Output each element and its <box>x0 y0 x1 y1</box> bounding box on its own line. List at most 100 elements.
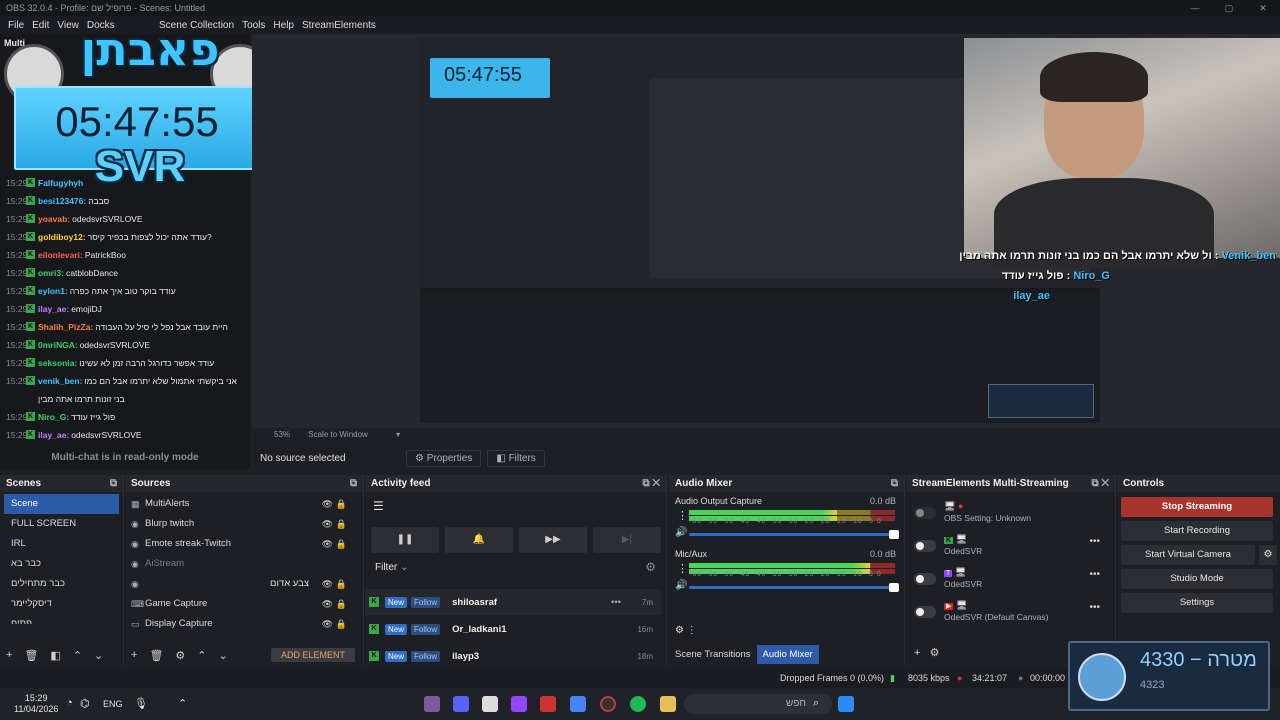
tab-audio-mixer[interactable]: Audio Mixer <box>756 644 819 664</box>
stream-time: 34:21:07 <box>972 673 1008 683</box>
app-icon[interactable] <box>482 696 498 712</box>
scenes-title: Scenes <box>6 478 42 489</box>
mic-icon[interactable]: 🎙 <box>134 697 148 710</box>
start-recording-button[interactable]: Start Recording <box>1121 521 1273 541</box>
discord-icon[interactable] <box>453 696 469 712</box>
settings-button[interactable]: Settings <box>1121 593 1273 613</box>
chevron-down-icon[interactable]: ⌄ <box>94 649 103 662</box>
chat-readonly-notice: Multi-chat is in read-only mode <box>51 452 199 463</box>
more-vert-icon[interactable]: ⋮ <box>677 509 688 522</box>
gear-icon[interactable]: ⚙ <box>645 560 656 574</box>
stop-streaming-button[interactable]: Stop Streaming <box>1121 497 1273 517</box>
activity-row[interactable]: K New Follow ilayp3 18m <box>365 643 661 669</box>
scene-item[interactable]: פתיח <box>4 614 119 624</box>
windows-start-icon[interactable] <box>838 696 854 712</box>
twitch-icon: T 🖥 <box>944 567 967 577</box>
obs-icon[interactable] <box>600 696 616 712</box>
chrome-icon[interactable] <box>570 696 586 712</box>
gear-icon[interactable]: ⚙ <box>175 649 185 662</box>
toggle[interactable] <box>914 507 936 519</box>
scene-item[interactable]: IRL <box>4 534 119 554</box>
undock-icon[interactable]: ⧉ <box>350 475 357 492</box>
language-indicator[interactable]: ENG <box>103 699 123 709</box>
chevron-up-icon[interactable]: ⌃ <box>197 649 206 662</box>
filter-dropdown[interactable]: Filter ⌄ <box>375 562 408 573</box>
trash-icon[interactable]: 🗑 <box>149 649 163 662</box>
speaker-icon[interactable]: 🔊 <box>675 527 687 538</box>
chevron-down-icon[interactable]: ⌄ <box>219 649 228 662</box>
more-icon[interactable]: ••• <box>1089 536 1100 547</box>
more-vert-icon[interactable]: ⋮ <box>677 562 688 575</box>
more-icon[interactable]: ••• <box>1089 602 1100 613</box>
menu-help[interactable]: Help <box>273 20 294 31</box>
zoom-mode[interactable]: Scale to Window <box>308 430 368 439</box>
add-icon[interactable]: + ⚙ <box>914 646 939 659</box>
scene-item[interactable]: דיסקליימר <box>4 594 119 614</box>
skip-button[interactable]: ▶▶ <box>519 527 587 553</box>
gear-icon[interactable]: ⚙ ⋮ <box>675 625 697 636</box>
folder-icon[interactable] <box>660 696 676 712</box>
app-icon[interactable] <box>424 696 440 712</box>
undock-icon[interactable]: ⧉ <box>891 475 898 492</box>
source-item[interactable]: ◉ Blurp twitch 👁 🔒 <box>129 514 359 534</box>
app-icon[interactable] <box>540 696 556 712</box>
chevron-up-icon[interactable]: ⌃ <box>73 649 82 662</box>
toggle[interactable] <box>914 540 936 552</box>
source-item[interactable]: ◉ AiStream <box>129 554 359 574</box>
close-icon[interactable]: ⧉ ✕ <box>642 475 660 492</box>
toggle[interactable] <box>914 606 936 618</box>
trash-icon[interactable]: 🗑 <box>24 649 38 662</box>
toggle[interactable] <box>914 573 936 585</box>
close-button[interactable]: ✕ <box>1246 0 1280 16</box>
menu-edit[interactable]: Edit <box>32 20 49 31</box>
zoom-level[interactable]: 53% <box>274 430 290 439</box>
skip-end-button[interactable]: ▶| <box>593 527 661 553</box>
wifi-icon[interactable]: ⌬ <box>80 697 90 710</box>
activity-row[interactable]: K New Follow shiloasraf ••• 7m <box>365 589 661 615</box>
scene-item[interactable]: כבר בא <box>4 554 119 574</box>
source-item[interactable]: ▭ Display Capture 👁 🔒 <box>129 614 359 634</box>
scene-item[interactable]: Scene <box>4 494 119 514</box>
more-icon[interactable]: ••• <box>611 597 621 608</box>
add-element-button[interactable]: ADD ELEMENT <box>270 648 355 662</box>
source-item[interactable]: ▦ MultiAlerts 👁 🔒 <box>129 494 359 514</box>
minimize-button[interactable]: — <box>1178 0 1212 16</box>
kick-icon: K <box>26 268 35 277</box>
maximize-button[interactable]: ▢ <box>1212 0 1246 16</box>
start-virtual-camera-button[interactable]: Start Virtual Camera <box>1121 545 1255 565</box>
hamburger-icon[interactable]: ☰ <box>373 499 384 513</box>
filters-button[interactable]: ◧ Filters <box>487 449 545 467</box>
gear-icon[interactable]: ⚙ <box>1259 545 1277 565</box>
properties-button[interactable]: ⚙ Properties <box>406 449 482 467</box>
chevron-up-icon[interactable]: ⌃ <box>178 697 187 710</box>
menu-streamelements[interactable]: StreamElements <box>302 20 376 31</box>
volume-slider[interactable] <box>689 583 899 592</box>
scene-item[interactable]: כבר מתחילים <box>4 574 119 594</box>
volume-slider[interactable] <box>689 530 899 539</box>
spotify-icon[interactable] <box>630 696 646 712</box>
activity-row[interactable]: K New Follow Or_ladkani1 16m <box>365 616 661 642</box>
scene-item[interactable]: FULL SCREEN <box>4 514 119 534</box>
close-icon[interactable]: ⧉ ✕ <box>1091 475 1109 492</box>
menu-file[interactable]: File <box>8 20 24 31</box>
source-item[interactable]: ◉ צבע אדום 👁 🔒 <box>129 574 359 594</box>
more-icon[interactable]: ••• <box>1089 569 1100 580</box>
speaker-icon[interactable]: 🔊 <box>675 580 687 591</box>
search-icon: ⌕ <box>813 697 820 709</box>
twitch-icon[interactable] <box>511 696 527 712</box>
kick-icon: K <box>369 651 379 661</box>
search-input[interactable]: חפש <box>684 694 832 714</box>
source-item[interactable]: ◉ Emote streak-Twitch 👁 🔒 <box>129 534 359 554</box>
source-item[interactable]: ⌨ Game Capture 👁 🔒 <box>129 594 359 614</box>
pause-button[interactable]: ❚❚ <box>371 527 439 553</box>
filter-icon[interactable]: ◧ <box>50 649 60 662</box>
tab-scene-transitions[interactable]: Scene Transitions <box>669 645 757 664</box>
studio-mode-button[interactable]: Studio Mode <box>1121 569 1273 589</box>
chat-user: eilonlevari: <box>38 250 83 260</box>
bell-icon[interactable]: 🔔 <box>445 527 513 553</box>
notification-icon[interactable]: ◔ <box>66 697 73 709</box>
undock-icon[interactable]: ⧉ <box>110 475 117 492</box>
add-icon[interactable]: + <box>6 649 12 661</box>
add-icon[interactable]: + <box>131 649 137 661</box>
chevron-down-icon[interactable]: ▾ <box>396 430 400 439</box>
